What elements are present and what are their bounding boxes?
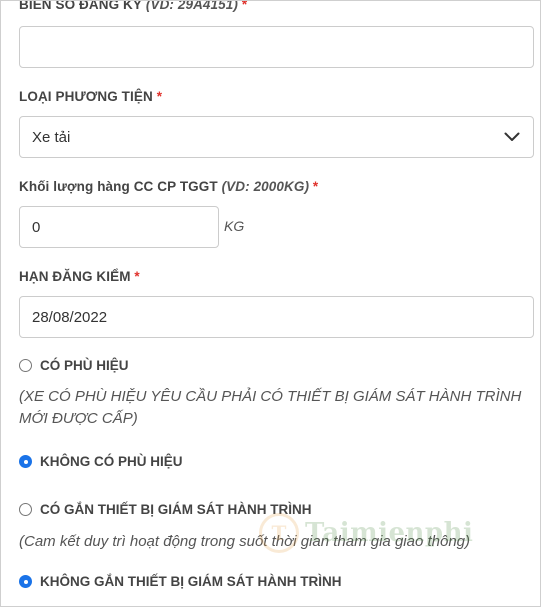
vehicle-type-label-text: LOẠI PHƯƠNG TIỆN	[19, 89, 153, 104]
has-tracker-label: CÓ GẮN THIẾT BỊ GIÁM SÁT HÀNH TRÌNH	[40, 502, 312, 517]
cargo-weight-input[interactable]: 0	[19, 206, 219, 248]
has-badge-radio[interactable]	[19, 359, 32, 372]
plate-required-mark: *	[241, 0, 248, 12]
cargo-weight-unit: KG	[224, 218, 245, 234]
vehicle-type-selected-value: Xe tải	[32, 128, 71, 146]
no-tracker-label: KHÔNG GẮN THIẾT BỊ GIÁM SÁT HÀNH TRÌNH	[40, 574, 342, 589]
no-badge-option[interactable]: KHÔNG CÓ PHÙ HIỆU	[19, 454, 183, 469]
vehicle-registration-form: BIỂN SỐ ĐĂNG KÝ (VD: 29A4151) * LOẠI PHƯ…	[0, 0, 541, 607]
has-tracker-option[interactable]: CÓ GẮN THIẾT BỊ GIÁM SÁT HÀNH TRÌNH	[19, 502, 312, 517]
vehicle-type-required-mark: *	[156, 89, 163, 104]
chevron-down-icon	[503, 131, 521, 143]
cargo-weight-required-mark: *	[312, 179, 319, 194]
has-tracker-note: (Cam kết duy trì hoạt động trong suốt th…	[19, 533, 470, 550]
vehicle-type-label: LOẠI PHƯƠNG TIỆN *	[19, 89, 162, 104]
cargo-weight-hint: (VD: 2000KG)	[221, 179, 310, 194]
plate-label-text: BIỂN SỐ ĐĂNG KÝ	[19, 0, 143, 12]
inspection-deadline-label: HẠN ĐĂNG KIỂM *	[19, 269, 140, 284]
cargo-weight-label-text: Khối lượng hàng CC CP TGGT	[19, 179, 218, 194]
has-badge-option[interactable]: CÓ PHÙ HIỆU	[19, 358, 129, 373]
has-badge-label: CÓ PHÙ HIỆU	[40, 358, 129, 373]
no-badge-radio[interactable]	[19, 455, 32, 468]
cargo-weight-label: Khối lượng hàng CC CP TGGT (VD: 2000KG) …	[19, 179, 318, 194]
vehicle-type-select[interactable]: Xe tải	[19, 116, 534, 158]
inspection-deadline-label-text: HẠN ĐĂNG KIỂM	[19, 269, 131, 284]
no-badge-label: KHÔNG CÓ PHÙ HIỆU	[40, 454, 183, 469]
plate-label: BIỂN SỐ ĐĂNG KÝ (VD: 29A4151) *	[19, 0, 248, 12]
plate-hint: (VD: 29A4151)	[145, 0, 238, 12]
inspection-deadline-input[interactable]: 28/08/2022	[19, 296, 534, 338]
inspection-deadline-required-mark: *	[134, 269, 140, 284]
has-badge-note: (XE CÓ PHÙ HIỆU YÊU CẦU PHẢI CÓ THIẾT BỊ…	[19, 388, 522, 427]
plate-input[interactable]	[19, 26, 534, 68]
no-tracker-option[interactable]: KHÔNG GẮN THIẾT BỊ GIÁM SÁT HÀNH TRÌNH	[19, 574, 342, 589]
no-tracker-radio[interactable]	[19, 575, 32, 588]
has-tracker-radio[interactable]	[19, 503, 32, 516]
